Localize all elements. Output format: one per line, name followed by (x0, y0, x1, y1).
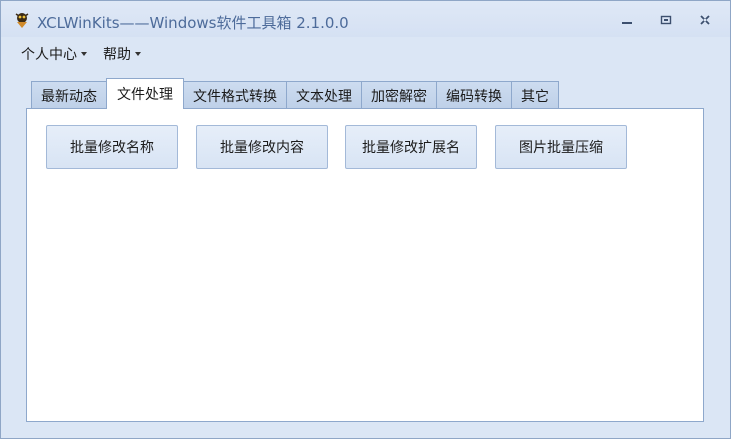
tab-file-processing[interactable]: 文件处理 (106, 78, 184, 109)
chevron-down-icon (81, 52, 87, 56)
tab-strip: 最新动态 文件处理 文件格式转换 文本处理 加密解密 编码转换 其它 (31, 78, 559, 109)
restore-icon (660, 15, 672, 25)
minimize-icon (622, 22, 632, 24)
tab-content-panel: 批量修改名称 批量修改内容 批量修改扩展名 图片批量压缩 (26, 108, 704, 422)
tab-encoding-conversion[interactable]: 编码转换 (436, 81, 512, 109)
batch-image-compress-button[interactable]: 图片批量压缩 (495, 125, 627, 169)
tab-text-processing[interactable]: 文本处理 (286, 81, 362, 109)
batch-rename-button[interactable]: 批量修改名称 (46, 125, 178, 169)
app-window: XCLWinKits——Windows软件工具箱 2.1.0.0 个人中心 帮助 (0, 0, 731, 439)
menu-bar: 个人中心 帮助 (11, 39, 147, 69)
restore-button[interactable] (655, 11, 677, 29)
batch-edit-content-button[interactable]: 批量修改内容 (196, 125, 328, 169)
menu-help-label: 帮助 (103, 47, 131, 63)
menu-help[interactable]: 帮助 (93, 41, 147, 67)
minimize-button[interactable] (616, 11, 638, 29)
close-button[interactable] (694, 11, 716, 29)
tab-latest-news[interactable]: 最新动态 (31, 81, 107, 109)
menu-personal-center[interactable]: 个人中心 (11, 41, 93, 67)
tab-other[interactable]: 其它 (511, 81, 559, 109)
menu-personal-center-label: 个人中心 (21, 47, 77, 63)
tab-encrypt-decrypt[interactable]: 加密解密 (361, 81, 437, 109)
batch-change-extension-button[interactable]: 批量修改扩展名 (345, 125, 477, 169)
close-icon (700, 15, 710, 25)
chevron-down-icon (135, 52, 141, 56)
title-bar[interactable]: XCLWinKits——Windows软件工具箱 2.1.0.0 (1, 1, 730, 37)
window-title: XCLWinKits——Windows软件工具箱 2.1.0.0 (37, 14, 349, 32)
tab-file-format-conversion[interactable]: 文件格式转换 (183, 81, 287, 109)
app-logo-icon (13, 11, 31, 29)
